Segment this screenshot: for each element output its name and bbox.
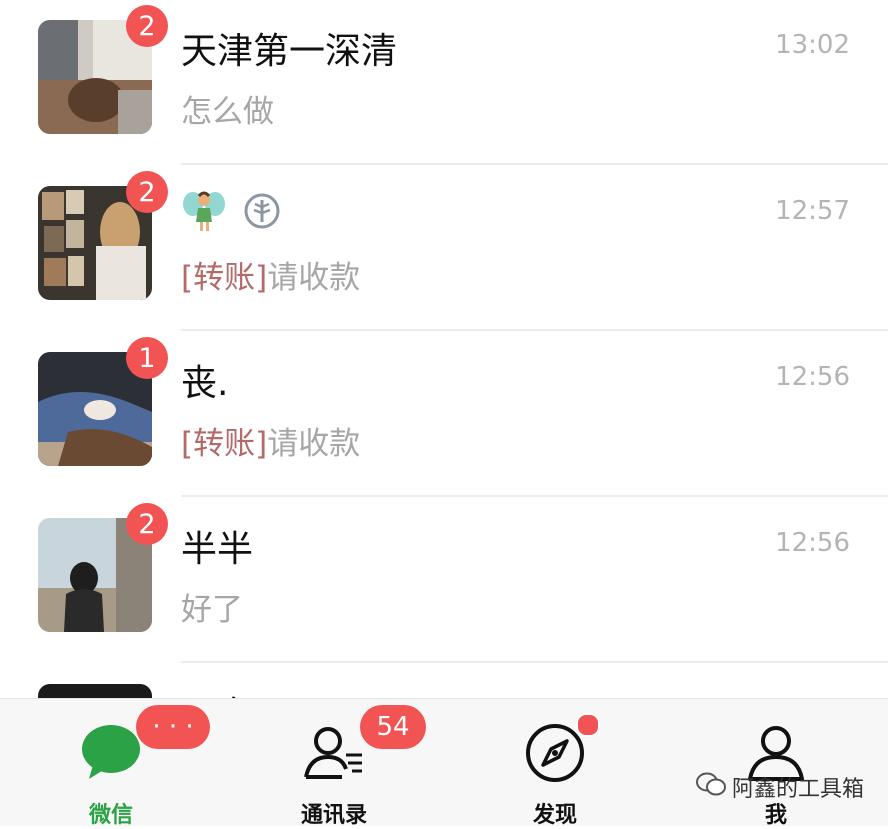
tab-badge: 54: [360, 705, 426, 749]
preview-text: 怎么做: [181, 94, 274, 130]
chat-bubble-icon: [79, 721, 143, 785]
transfer-tag: [转账]: [181, 426, 268, 462]
unread-badge: 2: [126, 5, 168, 47]
chat-row[interactable]: 2 [转账]请收款 12:57: [0, 166, 888, 331]
leaf-circle-icon: [243, 192, 281, 234]
contacts-icon: [302, 721, 366, 785]
tab-label: 发现: [532, 803, 577, 828]
chat-list: 2 天津第一深清 怎么做 13:02 2 [转账]请收款 12:57 1 丧. …: [0, 0, 888, 700]
watermark-text: 阿鑫的工具箱: [731, 777, 864, 802]
new-dot-badge: [576, 713, 600, 737]
tab-discover[interactable]: 发现: [475, 699, 635, 828]
chat-time: 12:56: [775, 362, 850, 392]
divider: [181, 661, 888, 663]
chat-row[interactable]: 2 天津第一深清 怎么做 13:02: [0, 0, 888, 165]
chat-name: 天津第一深清: [181, 31, 398, 72]
unread-badge: 1: [126, 337, 168, 379]
tab-label: 微信: [88, 803, 133, 828]
preview-text: 请收款: [267, 260, 361, 296]
chat-preview: [转账]请收款: [181, 252, 360, 297]
transfer-tag: [转账]: [181, 260, 268, 296]
tab-me[interactable]: 我: [696, 699, 856, 828]
tab-bar: 微信 · · · 通讯录 54 发现 我 阿鑫的工具箱: [0, 698, 888, 828]
chat-preview: 怎么做: [181, 86, 274, 131]
unread-badge: 2: [126, 171, 168, 213]
divider: [181, 163, 888, 165]
preview-text: 请收款: [267, 426, 361, 462]
chat-name: 半半: [181, 529, 254, 570]
chat-preview: 好了: [181, 584, 243, 629]
divider: [181, 329, 888, 331]
unread-badge: 2: [126, 503, 168, 545]
fairy-emoji-icon: [181, 188, 227, 238]
tab-badge: · · ·: [136, 705, 210, 749]
chat-name: [181, 188, 281, 238]
tab-label: 通讯录: [300, 803, 367, 828]
preview-text: 好了: [181, 592, 243, 628]
chat-time: 12:56: [775, 528, 850, 558]
wechat-official-account-icon: [695, 771, 726, 803]
chat-row[interactable]: 2 半半 好了 12:56: [0, 498, 888, 663]
chat-row[interactable]: 阿乌: [0, 664, 888, 700]
divider: [181, 495, 888, 497]
chat-preview: [转账]请收款: [181, 418, 360, 463]
chat-time: 13:02: [775, 30, 850, 60]
chat-time: 12:57: [775, 196, 850, 226]
watermark: 阿鑫的工具箱: [695, 771, 864, 803]
chat-row[interactable]: 1 丧. [转账]请收款 12:56: [0, 332, 888, 497]
chat-name: 丧.: [181, 363, 229, 404]
